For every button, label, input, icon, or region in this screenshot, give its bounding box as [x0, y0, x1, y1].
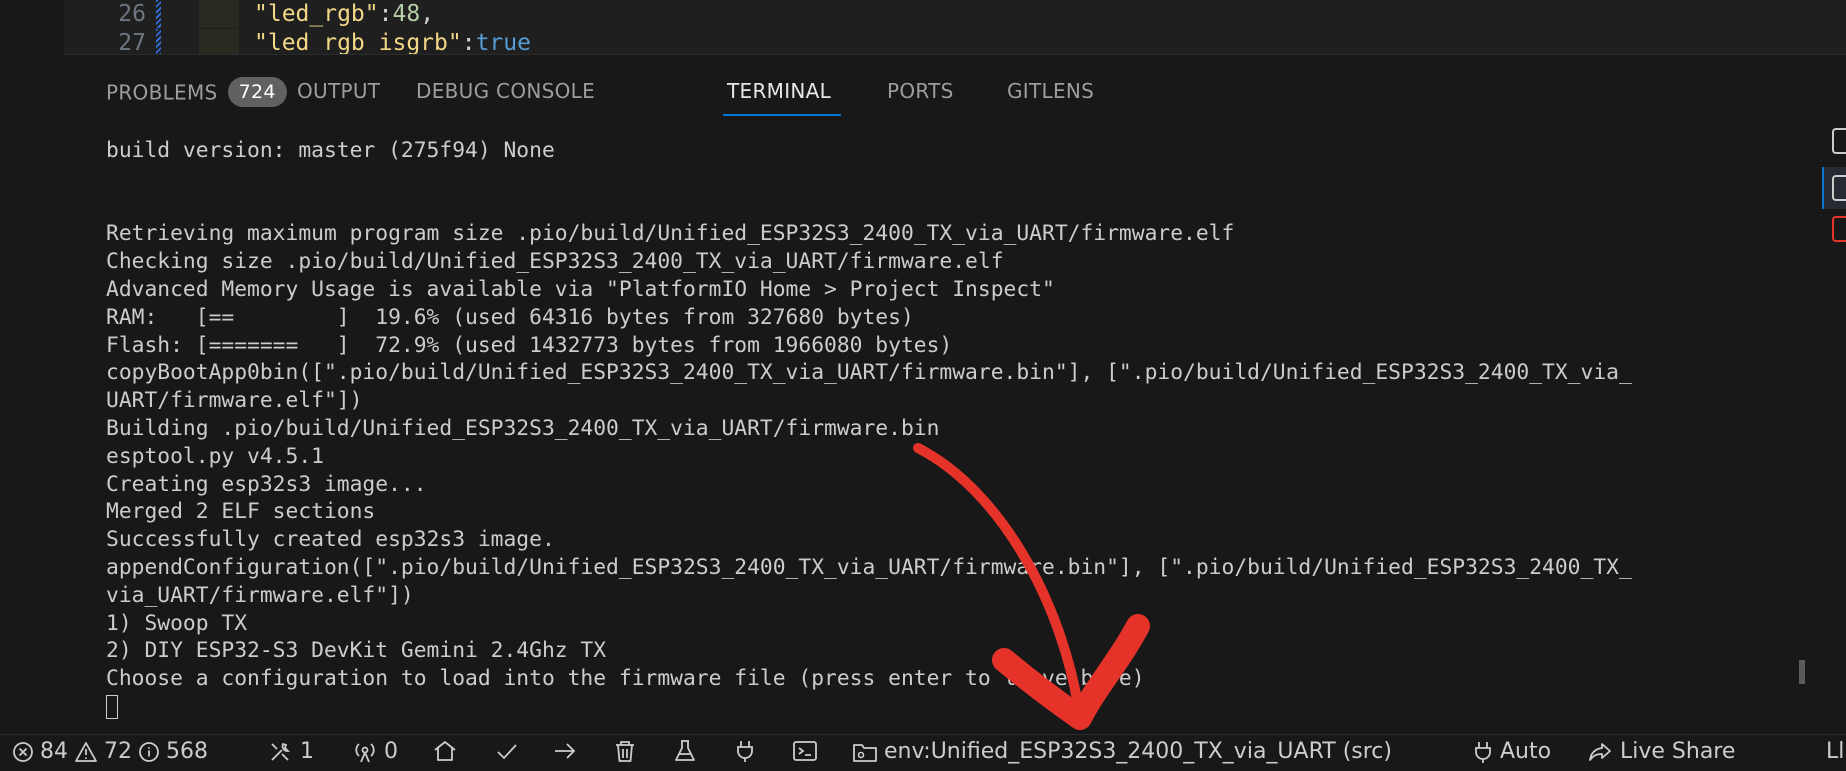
line-number: 26: [118, 1, 146, 27]
terminal-line: build version: master (275f94) None: [106, 138, 555, 163]
tab-label: DEBUG CONSOLE: [416, 79, 596, 103]
plug-icon: [737, 741, 753, 762]
terminal-prompt-line: [106, 693, 1836, 721]
trash-icon: [616, 741, 634, 762]
project-environment-switcher[interactable]: env:Unified_ESP32S3_2400_TX_via_UART (sr…: [852, 739, 1392, 764]
tab-output[interactable]: OUTPUT: [297, 79, 380, 103]
live-share-button[interactable]: Live Share: [1588, 739, 1735, 764]
tab-label: PROBLEMS: [106, 80, 218, 105]
terminal-cursor: [106, 694, 118, 719]
terminal-line: UART/firmware.elf"]): [106, 388, 363, 414]
terminal-line: esptool.py v4.5.1: [106, 443, 324, 469]
environment-label: env:Unified_ESP32S3_2400_TX_via_UART (sr…: [884, 739, 1392, 764]
platformio-clean-button[interactable]: [612, 739, 638, 763]
line-ending-label: Ll: [1826, 739, 1845, 764]
terminal-line: 2) DIY ESP32-S3 DevKit Gemini 2.4Ghz TX: [106, 638, 607, 664]
tools-count: 1: [300, 739, 314, 764]
activity-bar: [0, 0, 65, 734]
warning-count: 72: [104, 739, 132, 764]
plug-icon: [1475, 741, 1491, 763]
tab-label: PORTS: [887, 79, 954, 103]
terminal-instance-tab[interactable]: [1832, 175, 1846, 201]
terminal-line: via_UART/firmware.elf"]): [106, 582, 414, 608]
active-tab-indicator: [723, 114, 841, 116]
code-text: "led_rgb_isgrb":true: [254, 30, 531, 54]
platformio-serial-monitor-button[interactable]: [732, 739, 758, 763]
git-change-marker: [156, 29, 161, 54]
check-icon: [497, 744, 517, 760]
bottom-panel: PROBLEMS 724 OUTPUT DEBUG CONSOLE TERMINA…: [64, 54, 1846, 735]
panel-tab-bar: PROBLEMS 724 OUTPUT DEBUG CONSOLE TERMINA…: [64, 55, 1846, 119]
info-count: 568: [166, 739, 208, 764]
tab-gitlens[interactable]: GITLENS: [1007, 79, 1094, 103]
tools-status[interactable]: 1: [268, 739, 314, 764]
terminal-scrollbar-thumb[interactable]: [1799, 660, 1805, 684]
auto-label: Auto: [1500, 739, 1552, 764]
terminal-instance-tab[interactable]: [1832, 128, 1846, 154]
platformio-upload-button[interactable]: [552, 739, 578, 763]
error-icon: [13, 741, 33, 762]
terminal-line: Advanced Memory Usage is available via "…: [106, 276, 1055, 302]
folder-icon: [853, 743, 877, 762]
terminal-line: copyBootApp0bin([".pio/build/Unified_ESP…: [106, 360, 1632, 386]
platformio-home-button[interactable]: [432, 739, 458, 763]
broadcast-icon: [355, 742, 375, 762]
ports-status[interactable]: 0: [352, 739, 398, 764]
git-change-marker: [156, 0, 161, 28]
tab-label: OUTPUT: [297, 79, 381, 103]
terminal-instance-tab[interactable]: [1832, 216, 1846, 242]
code-editor[interactable]: 26 "led_rgb":48, 27 "led_rgb_isgrb":true: [64, 0, 1846, 54]
live-share-label: Live Share: [1620, 739, 1736, 764]
ports-count: 0: [384, 739, 398, 764]
tab-debug-console[interactable]: DEBUG CONSOLE: [416, 79, 595, 103]
code-line: 26 "led_rgb":48,: [64, 0, 1846, 28]
error-count: 84: [40, 739, 68, 764]
tab-ports[interactable]: PORTS: [887, 79, 954, 103]
line-ending-indicator[interactable]: Ll: [1826, 739, 1844, 764]
problems-count-badge: 724: [227, 77, 287, 107]
terminal-line: Checking size .pio/build/Unified_ESP32S3…: [106, 249, 1004, 275]
line-number: 27: [118, 30, 146, 54]
tab-terminal[interactable]: TERMINAL: [727, 79, 831, 103]
indent-guide: [199, 0, 239, 28]
terminal-line: Merged 2 ELF sections: [106, 499, 376, 525]
tab-label: GITLENS: [1007, 79, 1095, 103]
platformio-test-button[interactable]: [672, 739, 698, 763]
terminal-line: Successfully created esp32s3 image.: [106, 527, 555, 553]
terminal-line: Creating esp32s3 image...: [106, 471, 427, 497]
auto-port-selector[interactable]: Auto: [1472, 739, 1551, 764]
tools-icon: [271, 742, 291, 761]
terminal-line: appendConfiguration([".pio/build/Unified…: [106, 554, 1632, 580]
status-bar: 84 72 568 1 0 env:Unified_ESP32S3_2400_T…: [0, 734, 1846, 771]
terminal-output[interactable]: build version: master (275f94) None Retr…: [106, 137, 1836, 737]
terminal-line: 1) Swoop TX: [106, 610, 248, 636]
live-share-icon: [1589, 742, 1611, 761]
problems-status[interactable]: 84 72 568: [12, 739, 208, 764]
platformio-build-button[interactable]: [494, 739, 520, 763]
code-line: 27 "led_rgb_isgrb":true: [64, 29, 1846, 54]
info-icon: [139, 741, 159, 762]
home-icon: [434, 741, 456, 761]
warning-icon: [75, 741, 97, 762]
code-text: "led_rgb":48,: [254, 1, 435, 27]
arrow-right-icon: [555, 743, 576, 759]
flask-icon: [675, 740, 695, 761]
tab-label: TERMINAL: [727, 79, 832, 103]
terminal-line: RAM: [== ] 19.6% (used 64316 bytes from …: [106, 304, 914, 330]
terminal-line: Retrieving maximum program size .pio/bui…: [106, 221, 1235, 247]
terminal-line: Choose a configuration to load into the …: [106, 666, 1145, 692]
terminal-icon: [793, 741, 817, 761]
terminal-line: Building .pio/build/Unified_ESP32S3_2400…: [106, 415, 940, 441]
terminal-line: Flash: [======= ] 72.9% (used 1432773 by…: [106, 332, 953, 358]
tab-problems[interactable]: PROBLEMS 724: [106, 77, 287, 109]
indent-guide: [199, 29, 239, 54]
platformio-terminal-button[interactable]: [792, 739, 818, 763]
